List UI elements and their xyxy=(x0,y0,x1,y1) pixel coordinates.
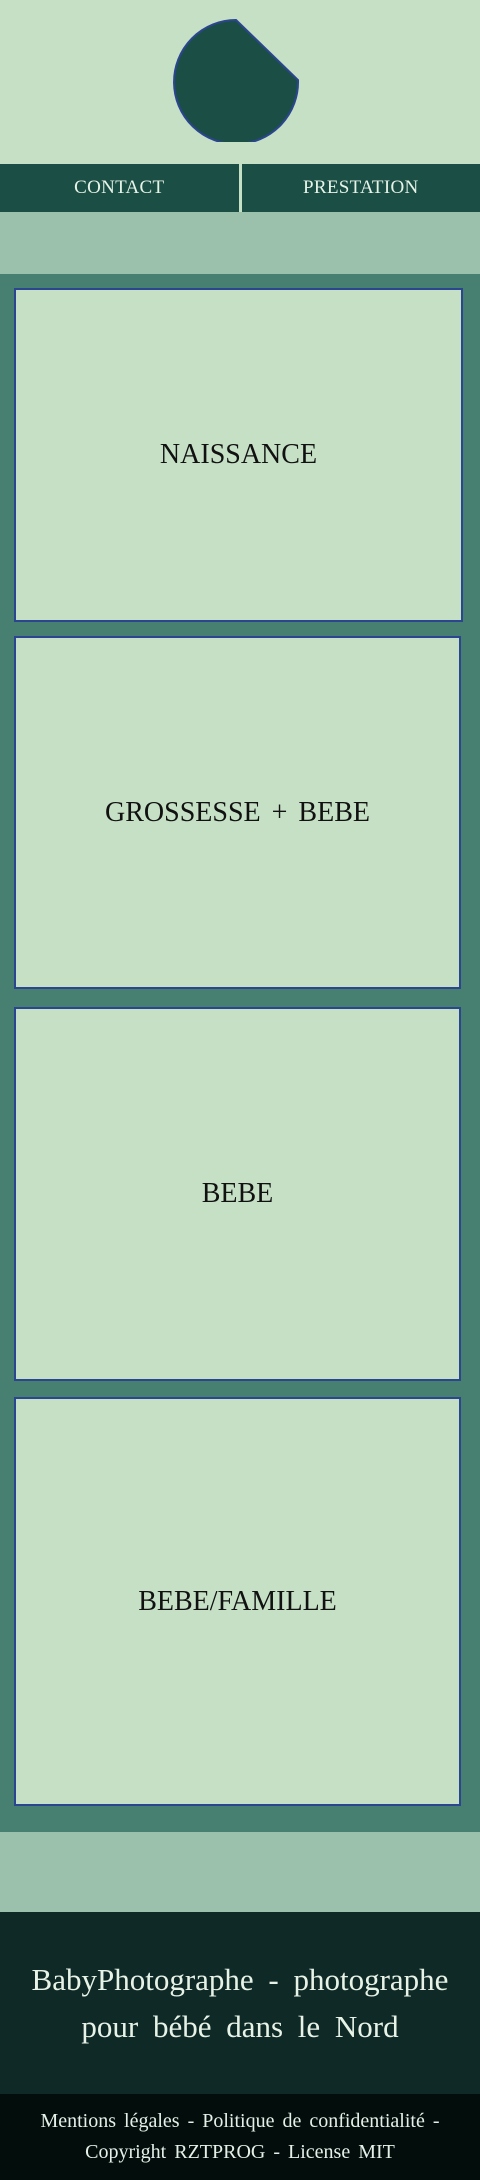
nav-prestation[interactable]: PRESTATION xyxy=(242,164,480,212)
main-nav: CONTACT PRESTATION xyxy=(0,164,480,212)
category-label: BEBE/FAMILLE xyxy=(138,1585,337,1617)
legal-separator: - xyxy=(187,2110,195,2132)
category-label: GROSSESSE + BEBE xyxy=(105,796,370,828)
logo-icon[interactable] xyxy=(170,18,302,142)
license-link[interactable]: License MIT xyxy=(288,2141,395,2163)
bottom-band xyxy=(0,1832,480,1912)
category-card-bebe[interactable]: BEBE xyxy=(14,1007,461,1381)
copyright-link[interactable]: Copyright RZTPROG xyxy=(85,2141,265,2163)
nav-contact[interactable]: CONTACT xyxy=(0,164,239,212)
category-card-naissance[interactable]: NAISSANCE xyxy=(14,288,463,622)
footer-title: BabyPhotographe - photographe pour bébé … xyxy=(31,1962,449,2044)
footer: BabyPhotographe - photographe pour bébé … xyxy=(0,1912,480,2094)
category-card-bebe-famille[interactable]: BEBE/FAMILLE xyxy=(14,1397,461,1806)
legal-text: Mentions légales - Politique de confiden… xyxy=(10,2106,470,2168)
header xyxy=(0,0,480,164)
top-band xyxy=(0,212,480,274)
category-label: NAISSANCE xyxy=(159,439,318,470)
legal-bar: Mentions légales - Politique de confiden… xyxy=(0,2094,480,2180)
privacy-policy-link[interactable]: Politique de confidentialité xyxy=(202,2110,425,2132)
legal-mentions-link[interactable]: Mentions légales xyxy=(40,2110,179,2132)
category-grid: NAISSANCE GROSSESSE + BEBE BEBE BEBE/FAM… xyxy=(0,274,480,1832)
legal-separator: - xyxy=(273,2141,281,2163)
legal-separator: - xyxy=(432,2110,440,2132)
category-card-grossesse-bebe[interactable]: GROSSESSE + BEBE xyxy=(14,636,461,989)
category-label: BEBE xyxy=(201,1178,274,1209)
